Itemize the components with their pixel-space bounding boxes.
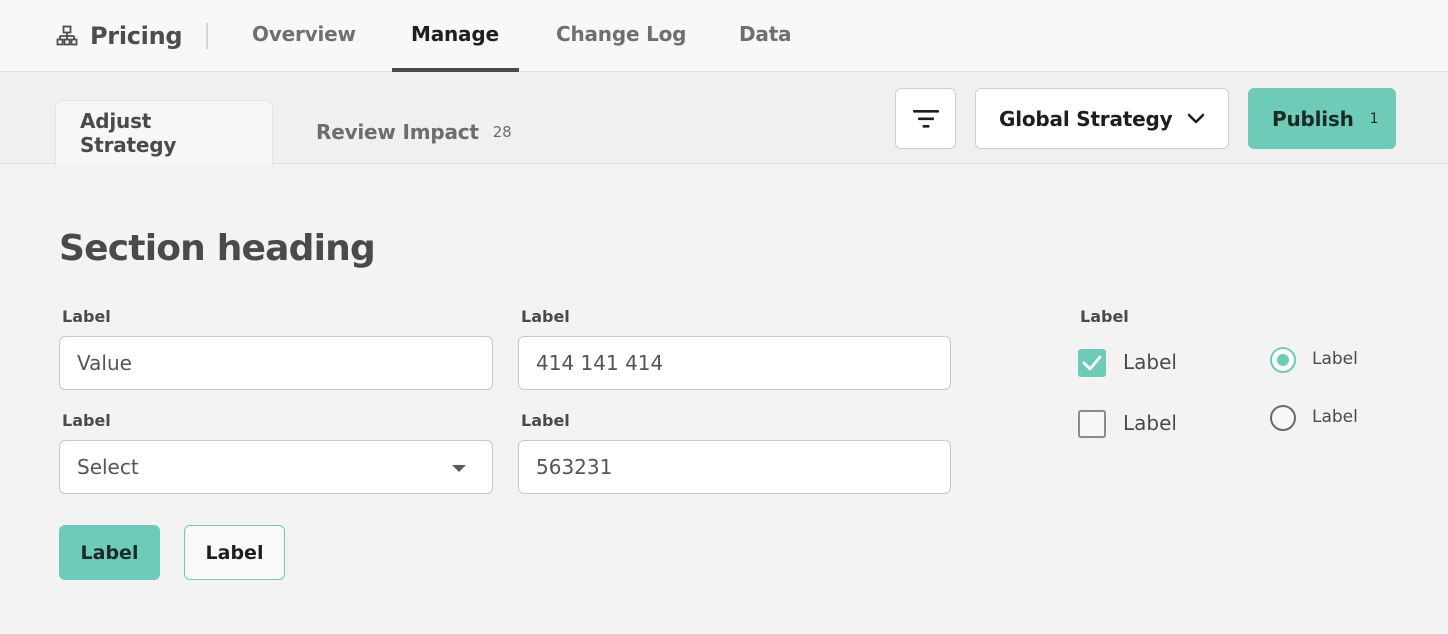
filter-button[interactable] [895, 88, 956, 149]
checkmark-icon [1082, 355, 1102, 371]
tab-adjust-strategy-label: Adjust Strategy [80, 109, 177, 157]
caret-down-icon [452, 465, 466, 472]
text-input[interactable]: Value [59, 336, 493, 390]
radio-label: Label [1312, 349, 1358, 369]
primary-button-label: Label [80, 541, 139, 564]
code-input-value: 563231 [536, 455, 613, 479]
tab-review-impact[interactable]: Review Impact 28 [292, 100, 535, 164]
publish-button[interactable]: Publish 1 [1248, 88, 1396, 149]
publish-count-badge: 1 [1369, 110, 1379, 127]
nav-tab-change-log[interactable]: Change Log [556, 22, 686, 46]
strategy-dropdown[interactable]: Global Strategy [975, 88, 1229, 149]
field-label: Label [62, 411, 111, 430]
tab-adjust-strategy[interactable]: Adjust Strategy [55, 100, 273, 165]
options-group-label: Label [1080, 307, 1129, 326]
radio-selected[interactable] [1270, 347, 1296, 373]
field-label: Label [62, 307, 111, 326]
publish-label: Publish [1272, 106, 1354, 131]
radio-label: Label [1312, 407, 1358, 427]
filter-icon [912, 109, 939, 128]
checkbox-unchecked[interactable] [1078, 410, 1106, 438]
primary-button[interactable]: Label [59, 525, 160, 580]
code-input[interactable]: 563231 [518, 440, 951, 494]
radio-unselected[interactable] [1270, 405, 1296, 431]
chevron-down-icon [1187, 113, 1205, 124]
brand-divider [206, 23, 208, 49]
nav-tab-data[interactable]: Data [739, 22, 792, 46]
checkbox-label: Label [1123, 411, 1177, 435]
top-navigation: Pricing Overview Manage Change Log Data [0, 0, 1448, 72]
toolbar: Adjust Strategy Review Impact 28 Global … [0, 72, 1448, 165]
select-dropdown[interactable]: Select [59, 440, 493, 494]
select-dropdown-value: Select [77, 455, 139, 479]
app-title: Pricing [90, 22, 183, 50]
checkbox-label: Label [1123, 350, 1177, 374]
tab-review-impact-label: Review Impact [316, 120, 479, 144]
review-impact-count-badge: 28 [492, 123, 512, 141]
secondary-button[interactable]: Label [184, 525, 285, 580]
nav-tab-overview[interactable]: Overview [252, 22, 356, 46]
field-label: Label [521, 307, 570, 326]
strategy-dropdown-value: Global Strategy [999, 106, 1173, 131]
section-heading: Section heading [59, 228, 376, 269]
field-label: Label [521, 411, 570, 430]
brand[interactable]: Pricing [56, 20, 183, 52]
text-input-value: Value [77, 351, 132, 375]
secondary-button-label: Label [205, 541, 264, 564]
number-input-value: 414 141 414 [536, 351, 664, 375]
number-input[interactable]: 414 141 414 [518, 336, 951, 390]
sitemap-icon [56, 25, 78, 46]
checkbox-checked[interactable] [1078, 349, 1106, 377]
nav-tab-manage[interactable]: Manage [411, 22, 499, 46]
